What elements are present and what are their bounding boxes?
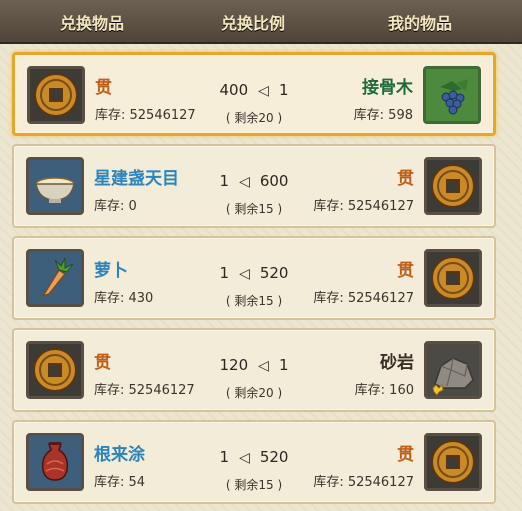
arrow-left-icon: ◁ xyxy=(239,174,250,190)
ratio-left-value: 400 xyxy=(219,81,249,99)
remaining-count: ( 剩余15 ) xyxy=(225,202,283,216)
header-my-item: 我的物品 xyxy=(388,14,453,33)
header-exchange-ratio: 兑换比例 xyxy=(221,14,286,33)
exchange-row[interactable]: 萝卜 库存: 430 1 ◁ 520 ( 剩余15 ) 贯 库存: 52546127 xyxy=(12,236,496,320)
right-item-name: 贯 xyxy=(397,261,414,281)
exchange-row[interactable]: 贯 库存: 52546127 120 ◁ 1 ( 剩余20 ) 砂岩 库存: 160 xyxy=(12,328,496,412)
arrow-left-icon: ◁ xyxy=(239,450,250,466)
exchange-list[interactable]: 贯 库存: 52546127 400 ◁ 1 ( 剩余20 ) 接骨木 库存: 59… xyxy=(0,44,522,511)
exchange-ratio: 400 ◁ 1 xyxy=(15,81,493,99)
right-item-name: 贯 xyxy=(397,169,414,189)
ratio-left-value: 1 xyxy=(219,448,230,466)
right-item-name: 贯 xyxy=(397,445,414,465)
ratio-right-value: 520 xyxy=(259,264,289,282)
ratio-right-value: 1 xyxy=(278,356,289,374)
right-item-stock: 库存: 52546127 xyxy=(313,291,414,306)
coin-icon[interactable] xyxy=(424,249,482,307)
right-item-stock: 库存: 52546127 xyxy=(313,199,414,214)
ratio-left-value: 120 xyxy=(219,356,249,374)
exchange-row[interactable]: 贯 库存: 52546127 400 ◁ 1 ( 剩余20 ) 接骨木 库存: 59… xyxy=(12,52,496,136)
remaining-count: ( 剩余20 ) xyxy=(225,111,283,125)
exchange-ratio: 1 ◁ 520 xyxy=(14,448,494,466)
right-item-name: 接骨木 xyxy=(362,78,413,98)
ratio-right-value: 1 xyxy=(278,81,289,99)
arrow-left-icon: ◁ xyxy=(239,266,250,282)
column-header-bar: 兑换物品 兑换比例 我的物品 xyxy=(0,0,522,44)
ratio-left-value: 1 xyxy=(219,172,230,190)
remaining-count: ( 剩余15 ) xyxy=(225,478,283,492)
ratio-right-value: 600 xyxy=(259,172,289,190)
exchange-ratio: 120 ◁ 1 xyxy=(14,356,494,374)
exchange-row[interactable]: 星建盏天目 库存: 0 1 ◁ 600 ( 剩余15 ) 贯 库存: 5254612… xyxy=(12,144,496,228)
right-item-stock: 库存: 160 xyxy=(354,383,414,398)
coin-icon[interactable] xyxy=(424,157,482,215)
header-exchange-item: 兑换物品 xyxy=(60,14,125,33)
ratio-left-value: 1 xyxy=(219,264,230,282)
elderberry-icon[interactable] xyxy=(423,66,481,124)
arrow-left-icon: ◁ xyxy=(258,83,269,99)
remaining-count: ( 剩余20 ) xyxy=(225,386,283,400)
arrow-left-icon: ◁ xyxy=(258,358,269,374)
exchange-row[interactable]: 根来涂 库存: 54 1 ◁ 520 ( 剩余15 ) 贯 库存: 52546127 xyxy=(12,420,496,504)
right-item-stock: 库存: 598 xyxy=(353,108,413,123)
ratio-right-value: 520 xyxy=(259,448,289,466)
exchange-ratio: 1 ◁ 520 xyxy=(14,264,494,282)
right-item-stock: 库存: 52546127 xyxy=(313,475,414,490)
right-item-name: 砂岩 xyxy=(380,353,414,373)
sandstone-icon[interactable] xyxy=(424,341,482,399)
remaining-count: ( 剩余15 ) xyxy=(225,294,283,308)
coin-icon[interactable] xyxy=(424,433,482,491)
exchange-ratio: 1 ◁ 600 xyxy=(14,172,494,190)
